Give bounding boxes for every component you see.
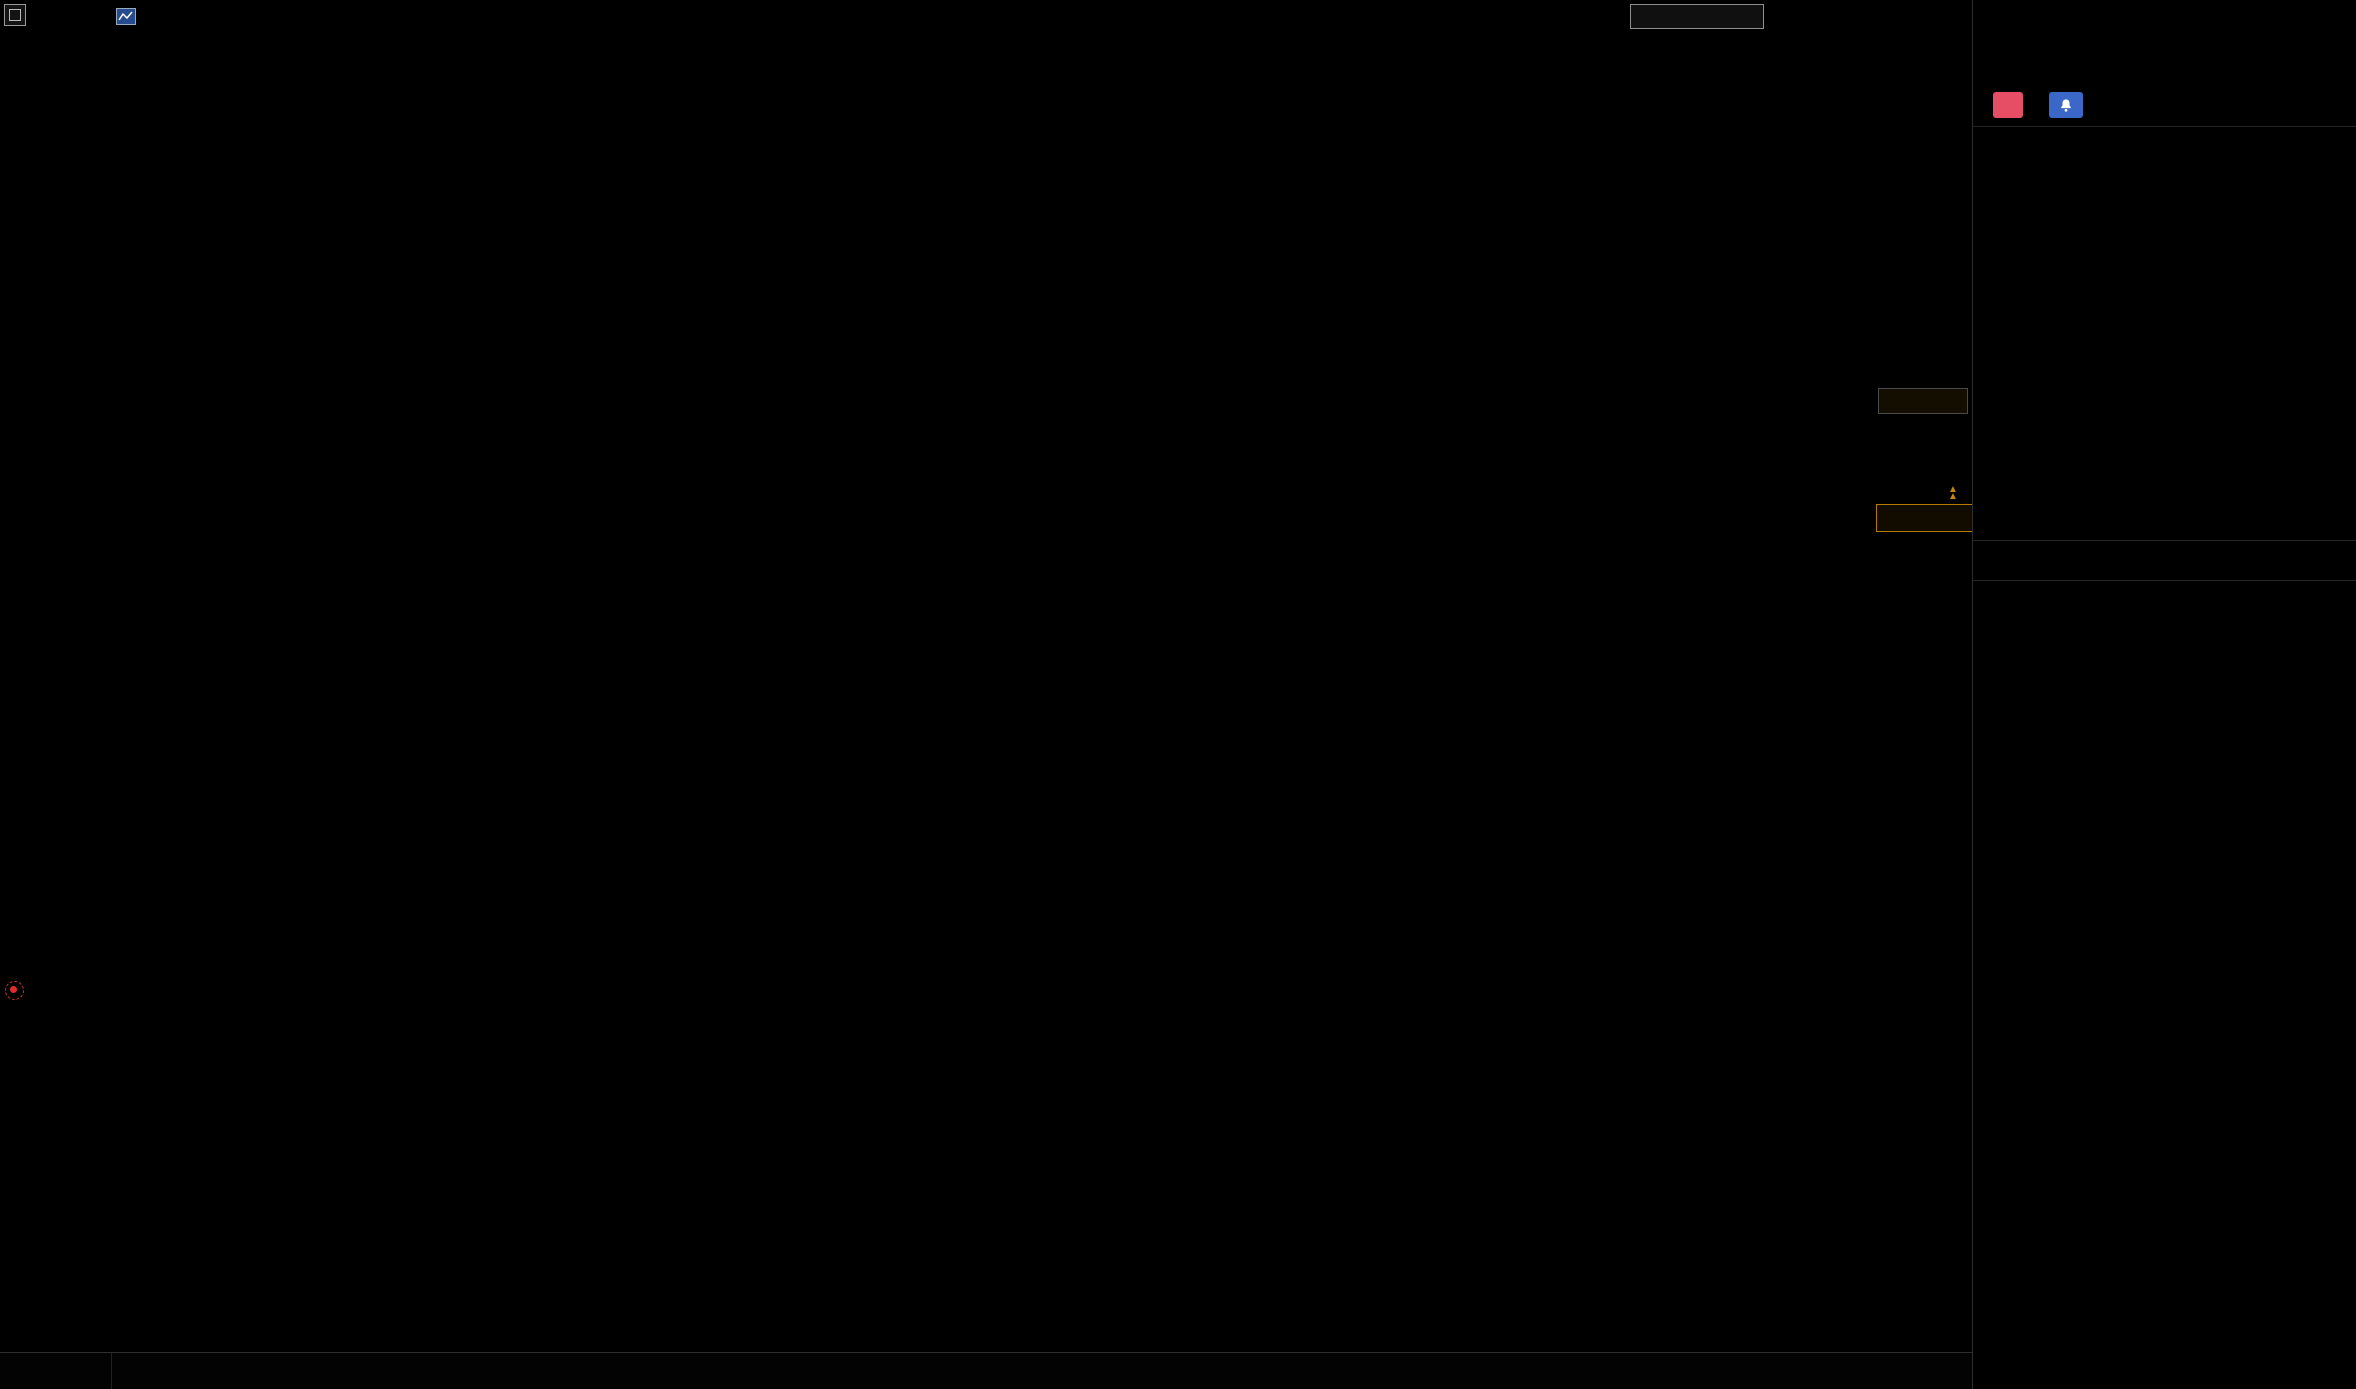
- tick-table-header: [1973, 546, 2356, 580]
- avg-price-tag: [1878, 388, 1968, 414]
- time-axis-bar: [0, 1352, 1972, 1389]
- current-price-tag: [1876, 504, 1974, 532]
- theme-selector[interactable]: [1630, 4, 1764, 29]
- alert-bell-button[interactable]: [2049, 92, 2083, 118]
- chart-header: [0, 0, 1972, 30]
- boll-chart-icon: [116, 8, 136, 25]
- window-icon[interactable]: [4, 4, 26, 26]
- quote-sidebar: [1972, 0, 2356, 1389]
- macd-header: [112, 980, 154, 1002]
- trading-terminal: ▲▲: [0, 0, 2356, 1389]
- remove-watchlist-button[interactable]: [1993, 92, 2023, 118]
- bell-icon: [2059, 98, 2073, 113]
- indicator-dot-icon[interactable]: [5, 981, 24, 1000]
- price-tag-caret-icon: ▲▲: [1948, 486, 1958, 500]
